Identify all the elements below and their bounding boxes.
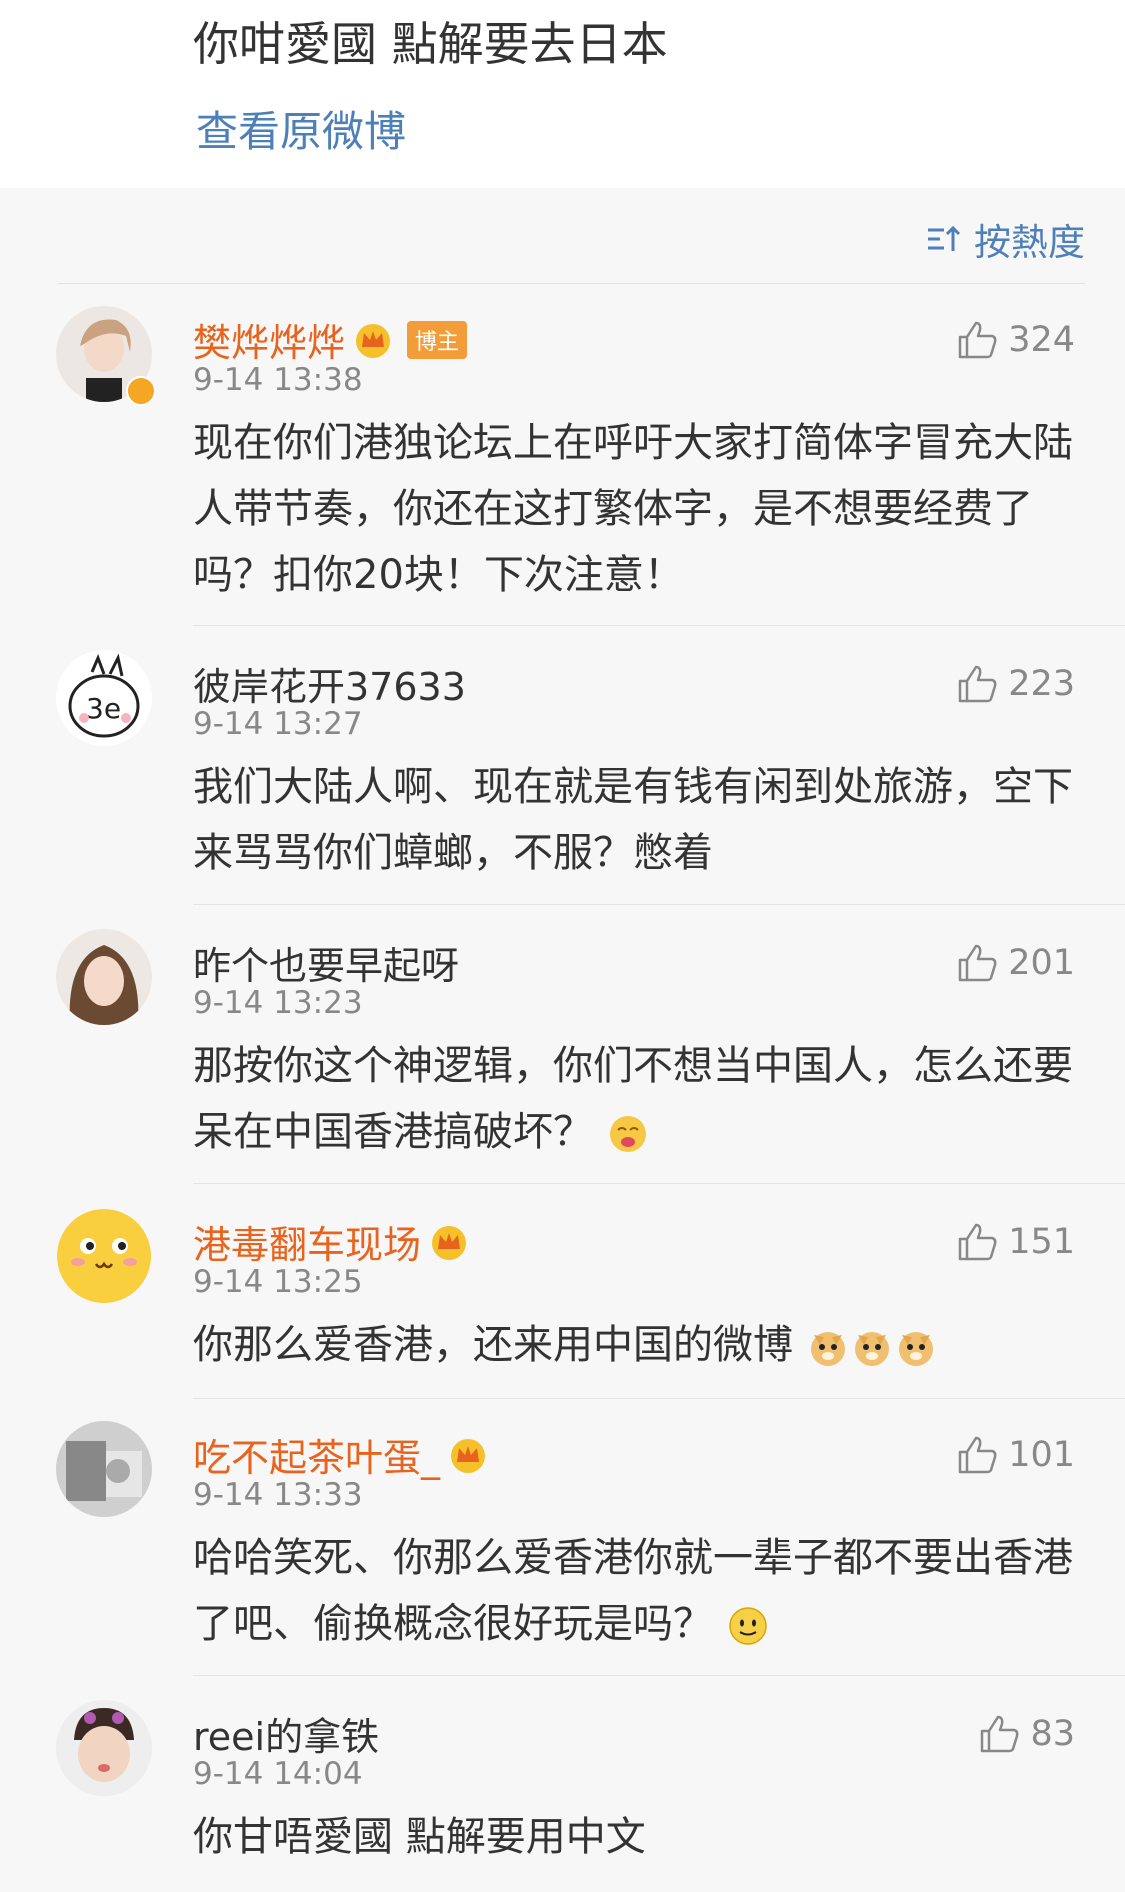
thumbs-up-icon xyxy=(958,1223,997,1261)
avatar[interactable] xyxy=(56,1421,152,1517)
divider xyxy=(193,1398,1125,1399)
avatar[interactable] xyxy=(56,1700,152,1796)
divider xyxy=(193,625,1125,626)
view-original-link[interactable]: 查看原微博 xyxy=(196,98,406,159)
vip-crown-icon xyxy=(432,1225,467,1260)
comment-author[interactable]: 吃不起茶叶蛋_ xyxy=(193,1427,488,1482)
comment-text: 你甘唔愛國 點解要用中文 xyxy=(193,1814,646,1860)
thumbs-up-icon xyxy=(958,1436,997,1474)
avatar[interactable] xyxy=(56,1208,152,1304)
comment-time: 9-14 13:38 xyxy=(193,362,363,398)
like-button[interactable]: 151 xyxy=(956,1222,1075,1262)
comment-time: 9-14 13:25 xyxy=(193,1264,363,1300)
comment-time: 9-14 13:33 xyxy=(193,1477,363,1513)
like-button[interactable]: 201 xyxy=(956,943,1075,983)
verified-badge-icon xyxy=(126,376,156,406)
like-count: 223 xyxy=(1008,664,1075,704)
smile-emoji-icon xyxy=(728,1607,767,1645)
original-post: 你咁愛國 點解要去日本 查看原微博 xyxy=(0,0,1125,188)
comment-time: 9-14 13:23 xyxy=(193,985,363,1021)
post-text: 你咁愛國 點解要去日本 xyxy=(193,17,668,71)
author-badge: 博主 xyxy=(407,320,468,359)
like-button[interactable]: 324 xyxy=(956,320,1075,360)
comment-text: 那按你这个神逻辑，你们不想当中国人，怎么还要呆在中国香港搞破坏？ xyxy=(193,1043,1073,1155)
drool-emoji-icon xyxy=(609,1116,646,1152)
avatar[interactable] xyxy=(56,929,152,1025)
comment-author[interactable]: 港毒翻车现场 xyxy=(193,1214,469,1269)
sort-icon xyxy=(928,225,961,251)
like-count: 201 xyxy=(1008,943,1075,983)
like-button[interactable]: 83 xyxy=(978,1714,1075,1754)
like-count: 101 xyxy=(1008,1435,1075,1475)
comment-author[interactable]: 昨个也要早起呀 xyxy=(193,935,459,990)
like-count: 83 xyxy=(1030,1714,1075,1754)
thumbs-up-icon xyxy=(958,665,997,703)
comment-time: 9-14 14:04 xyxy=(193,1756,363,1792)
like-button[interactable]: 223 xyxy=(956,664,1075,704)
sort-bar: 按熱度 xyxy=(0,188,1125,284)
avatar[interactable]: 3e xyxy=(56,650,152,746)
sort-button[interactable]: 按熱度 xyxy=(926,212,1085,266)
doge-emoji-icon xyxy=(898,1332,933,1366)
comment-text: 哈哈笑死、你那么爱香港你就一辈子都不要出香港了吧、偷换概念很好玩是吗？ xyxy=(193,1535,1073,1647)
like-button[interactable]: 101 xyxy=(956,1435,1075,1475)
like-count: 151 xyxy=(1008,1222,1075,1262)
comment-text: 我们大陆人啊、现在就是有钱有闲到处旅游，空下来骂骂你们蟑螂，不服？憋着 xyxy=(193,764,1073,876)
comment-text: 你那么爱香港，还来用中国的微博 xyxy=(193,1312,1073,1378)
thumbs-up-icon xyxy=(958,944,997,982)
comment-time: 9-14 13:27 xyxy=(193,706,363,742)
doge-emoji-icon xyxy=(810,1332,845,1366)
doge-emoji-icon xyxy=(854,1332,889,1366)
divider xyxy=(58,283,1085,284)
svg-text:3e: 3e xyxy=(86,692,121,725)
sort-label: 按熱度 xyxy=(974,221,1085,264)
divider xyxy=(193,1183,1125,1184)
divider xyxy=(193,904,1125,905)
comment-author[interactable]: 樊烨烨烨 博主 xyxy=(193,312,468,367)
thumbs-up-icon xyxy=(958,321,997,359)
vip-crown-icon xyxy=(356,323,391,358)
comment-text: 现在你们港独论坛上在呼吁大家打简体字冒充大陆人带节奏，你还在这打繁体字，是不想要… xyxy=(193,420,1073,598)
like-count: 324 xyxy=(1008,320,1075,360)
comment-author[interactable]: 彼岸花开37633 xyxy=(193,656,466,711)
thumbs-up-icon xyxy=(981,1715,1019,1753)
divider xyxy=(193,1675,1125,1676)
vip-crown-icon xyxy=(451,1438,486,1473)
comment-author[interactable]: reei的拿铁 xyxy=(193,1706,379,1761)
